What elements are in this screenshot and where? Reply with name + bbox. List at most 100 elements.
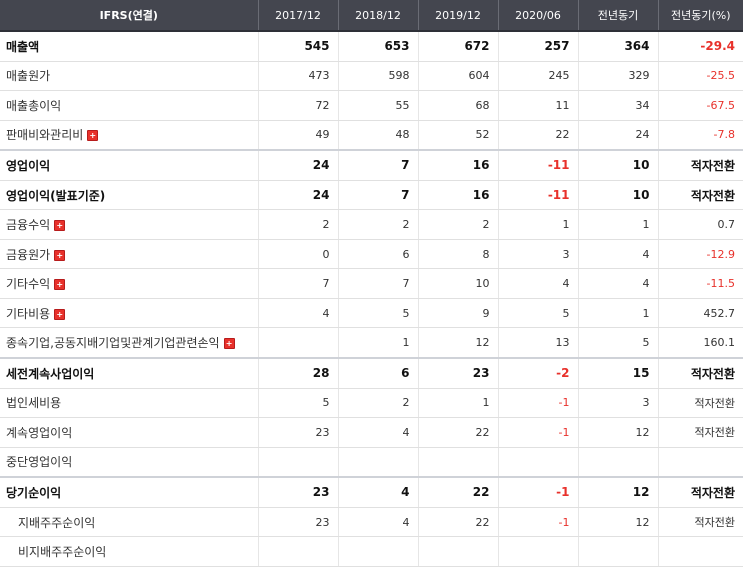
value-cell — [417, 536, 498, 567]
row-label-cell[interactable]: 종속기업,공동지배기업및관계기업관련손익 + — [0, 327, 258, 359]
row-label-cell[interactable]: 기타수익 + — [0, 268, 258, 299]
table-row: 금융수익 +2 2 2 1 1 0.7 — [0, 209, 743, 240]
value-cell: 22 — [417, 507, 498, 538]
row-label: 금융수익 — [6, 218, 51, 233]
plus-icon[interactable]: + — [54, 308, 66, 320]
value-cell: 23 — [257, 476, 338, 508]
header-row: IFRS(연결) 2017/12 2018/12 2019/12 2020/06… — [0, 0, 743, 32]
row-label-cell: 매출원가 — [0, 61, 258, 92]
row-label-cell: 영업이익 — [0, 149, 258, 181]
value-cell: 0.7 — [657, 209, 743, 240]
row-label-cell: 계속영업이익 — [0, 417, 258, 448]
value-cell — [657, 536, 743, 567]
plus-icon[interactable]: + — [54, 279, 66, 291]
row-label: 당기순이익 — [6, 485, 62, 500]
row-label-cell: 지배주주순이익 — [0, 507, 258, 538]
header-2019-12: 2019/12 — [417, 0, 498, 32]
row-label-cell: 법인세비용 — [0, 388, 258, 419]
row-label-cell[interactable]: 판매비와관리비 + — [0, 120, 258, 151]
value-cell: 4 — [337, 417, 418, 448]
value-cell: 473 — [257, 61, 338, 92]
table-row: 영업이익(발표기준) 24 7 16 -11 10 적자전환 — [0, 180, 743, 211]
value-cell: 10 — [577, 180, 658, 211]
value-cell: 적자전환 — [657, 507, 743, 538]
value-cell: 364 — [577, 31, 658, 62]
row-label-cell[interactable]: 금융원가 + — [0, 239, 258, 270]
value-cell: 329 — [577, 61, 658, 92]
value-cell: 12 — [577, 507, 658, 538]
row-label-cell: 매출액 — [0, 31, 258, 62]
value-cell: 4 — [577, 239, 658, 270]
value-cell: 1 — [417, 388, 498, 419]
value-cell: -7.8 — [657, 120, 743, 151]
table-row: 매출액 545 653 672 257 364 -29.4 — [0, 31, 743, 62]
value-cell: 23 — [417, 357, 498, 389]
plus-icon[interactable]: + — [223, 338, 235, 350]
row-label: 판매비와관리비 — [6, 128, 84, 143]
value-cell: 적자전환 — [657, 476, 743, 508]
value-cell: 672 — [417, 31, 498, 62]
table-row: 중단영업이익 — [0, 447, 743, 478]
value-cell: 10 — [417, 268, 498, 299]
header-2017-12: 2017/12 — [257, 0, 338, 32]
row-label-cell: 매출총이익 — [0, 90, 258, 121]
row-label: 지배주주순이익 — [18, 515, 96, 530]
income-statement-table: IFRS(연결) 2017/12 2018/12 2019/12 2020/06… — [0, 0, 743, 567]
value-cell — [337, 447, 418, 478]
plus-icon[interactable]: + — [54, 220, 66, 232]
table-row: 기타수익 +7 7 10 4 4 -11.5 — [0, 268, 743, 299]
row-label: 금융원가 — [6, 247, 51, 262]
value-cell: -1 — [497, 388, 578, 419]
value-cell — [257, 447, 338, 478]
value-cell: -2 — [497, 357, 578, 389]
row-label-cell: 비지배주주순이익 — [0, 536, 258, 567]
value-cell: 257 — [497, 31, 578, 62]
value-cell: 68 — [417, 90, 498, 121]
row-label-cell[interactable]: 기타비용 + — [0, 298, 258, 329]
value-cell: 5 — [337, 298, 418, 329]
value-cell — [497, 536, 578, 567]
value-cell: 9 — [417, 298, 498, 329]
value-cell: 4 — [337, 507, 418, 538]
value-cell: 7 — [257, 268, 338, 299]
value-cell — [577, 536, 658, 567]
value-cell: 52 — [417, 120, 498, 151]
value-cell: 5 — [577, 327, 658, 359]
value-cell: 4 — [257, 298, 338, 329]
row-label: 매출원가 — [6, 69, 51, 84]
value-cell: 16 — [417, 180, 498, 211]
value-cell: 1 — [577, 209, 658, 240]
row-label: 비지배주주순이익 — [18, 545, 107, 560]
value-cell — [417, 447, 498, 478]
table-row: 지배주주순이익 23 4 22 -1 12 적자전환 — [0, 507, 743, 538]
row-label: 영업이익 — [6, 158, 51, 173]
value-cell: 적자전환 — [657, 180, 743, 211]
table-row: 영업이익 24 7 16 -11 10 적자전환 — [0, 149, 743, 181]
value-cell: -1 — [497, 417, 578, 448]
value-cell — [257, 536, 338, 567]
value-cell: 16 — [417, 149, 498, 181]
value-cell: -11 — [497, 149, 578, 181]
value-cell: 598 — [337, 61, 418, 92]
value-cell: -29.4 — [657, 31, 743, 62]
row-label-cell[interactable]: 금융수익 + — [0, 209, 258, 240]
plus-icon[interactable]: + — [54, 249, 66, 261]
value-cell: 12 — [577, 417, 658, 448]
value-cell: 55 — [337, 90, 418, 121]
row-label-cell: 당기순이익 — [0, 476, 258, 508]
value-cell: 7 — [337, 268, 418, 299]
value-cell — [337, 536, 418, 567]
value-cell: -11.5 — [657, 268, 743, 299]
value-cell: 7 — [337, 180, 418, 211]
value-cell: 적자전환 — [657, 388, 743, 419]
value-cell: 5 — [497, 298, 578, 329]
table-row: 판매비와관리비 +49 48 52 22 24 -7.8 — [0, 120, 743, 151]
row-label: 매출액 — [6, 39, 40, 54]
header-ifrs: IFRS(연결) — [0, 0, 258, 32]
value-cell: 6 — [337, 357, 418, 389]
header-2018-12: 2018/12 — [337, 0, 418, 32]
table-row: 법인세비용 5 2 1 -1 3 적자전환 — [0, 388, 743, 419]
header-prev-period: 전년동기 — [577, 0, 658, 32]
plus-icon[interactable]: + — [87, 130, 99, 142]
value-cell: 24 — [257, 149, 338, 181]
